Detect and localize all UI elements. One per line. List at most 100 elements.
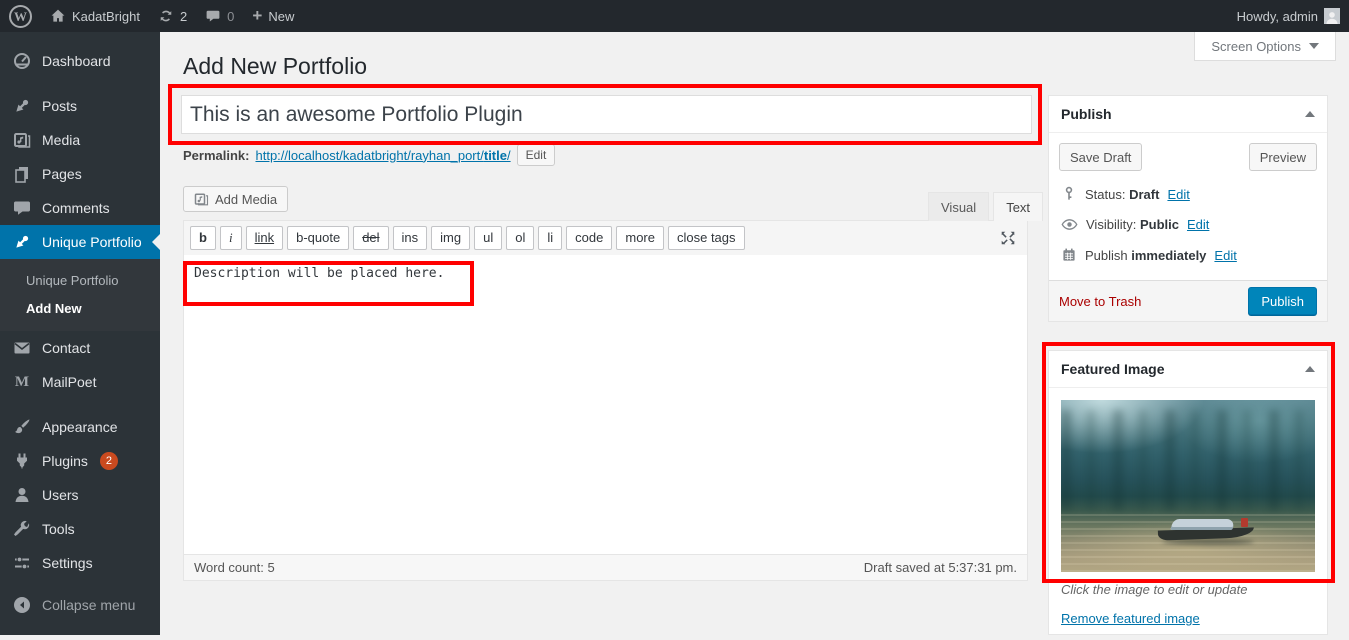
- new-content-link[interactable]: + New: [243, 0, 303, 32]
- update-count: 2: [179, 8, 188, 24]
- quicktag-ul-button[interactable]: ul: [474, 225, 503, 251]
- collapse-panel-icon: [1305, 111, 1315, 117]
- admin-bar: W KadatBright 2 0 + New Howdy, admin: [0, 0, 1349, 32]
- sliders-icon: [12, 553, 32, 573]
- editor-mode-tabs: Visual Text: [928, 192, 1044, 221]
- wrench-icon: [12, 519, 32, 539]
- eye-icon: [1061, 216, 1078, 233]
- new-label: New: [268, 8, 295, 24]
- portfolio-submenu: Unique Portfolio Add New: [0, 259, 160, 331]
- post-content-textarea[interactable]: Description will be placed here.: [184, 255, 1027, 554]
- update-icon: [158, 8, 174, 24]
- comments-link[interactable]: 0: [196, 0, 243, 32]
- sidebar-item-posts[interactable]: Posts: [0, 89, 160, 123]
- quicktag-ins-button[interactable]: ins: [392, 225, 428, 251]
- plugins-update-badge: 2: [99, 452, 118, 470]
- collapse-panel-icon: [1305, 366, 1315, 372]
- wordpress-logo-icon: W: [9, 4, 32, 28]
- featured-image-header[interactable]: Featured Image: [1049, 351, 1327, 388]
- quicktag-more-button[interactable]: more: [616, 225, 664, 251]
- sidebar-item-dashboard[interactable]: Dashboard: [0, 44, 160, 78]
- sidebar-item-unique-portfolio[interactable]: Unique Portfolio: [0, 225, 160, 259]
- sidebar-item-appearance[interactable]: Appearance: [0, 410, 160, 444]
- submenu-add-new[interactable]: Add New: [0, 294, 160, 322]
- quicktags-toolbar: b i link b-quote del ins img ul ol li co…: [184, 221, 1027, 255]
- quicktag-ol-button[interactable]: ol: [506, 225, 535, 251]
- publish-panel: Publish Save Draft Preview Status: Draft…: [1048, 95, 1328, 322]
- quicktag-italic-button[interactable]: i: [219, 225, 242, 251]
- permalink-edit-button[interactable]: Edit: [516, 144, 556, 166]
- edit-schedule-link[interactable]: Edit: [1214, 248, 1236, 263]
- quicktag-bquote-button[interactable]: b-quote: [287, 225, 350, 251]
- quicktag-bold-button[interactable]: b: [190, 225, 216, 251]
- add-media-button[interactable]: Add Media: [183, 186, 289, 212]
- admin-sidebar: Dashboard Posts Media Pages Comments Uni…: [0, 32, 160, 635]
- tab-visual[interactable]: Visual: [928, 192, 990, 221]
- featured-image-title: Featured Image: [1061, 361, 1165, 377]
- sidebar-item-contact[interactable]: Contact: [0, 331, 160, 365]
- remove-featured-image-link[interactable]: Remove featured image: [1061, 611, 1200, 626]
- page-title: Add New Portfolio: [183, 53, 368, 79]
- publish-panel-header[interactable]: Publish: [1049, 96, 1327, 133]
- sidebar-item-mailpoet[interactable]: M MailPoet: [0, 365, 160, 399]
- calendar-icon: [1061, 247, 1077, 263]
- wordpress-logo-button[interactable]: W: [0, 0, 41, 32]
- media-icon: [12, 130, 32, 150]
- edit-status-link[interactable]: Edit: [1167, 187, 1189, 202]
- collapse-menu-button[interactable]: Collapse menu: [0, 588, 160, 622]
- key-icon: [1061, 186, 1077, 202]
- tab-text[interactable]: Text: [993, 192, 1044, 221]
- quicktag-code-button[interactable]: code: [566, 225, 613, 251]
- sidebar-item-plugins[interactable]: Plugins 2: [0, 444, 160, 478]
- visibility-row: Visibility: Public Edit: [1059, 209, 1317, 240]
- quicktag-link-button[interactable]: link: [245, 225, 284, 251]
- boat-art: [1157, 517, 1254, 545]
- move-to-trash-link[interactable]: Move to Trash: [1059, 294, 1141, 309]
- post-title-input[interactable]: [181, 95, 1032, 134]
- schedule-row: Publish immediately Edit: [1059, 240, 1317, 270]
- featured-image-caption: Click the image to edit or update: [1061, 582, 1248, 597]
- quicktag-del-button[interactable]: del: [353, 225, 389, 251]
- portfolio-pin-icon: [12, 232, 32, 252]
- mailpoet-icon: M: [14, 373, 30, 390]
- publish-button[interactable]: Publish: [1248, 287, 1317, 315]
- sidebar-item-comments[interactable]: Comments: [0, 191, 160, 225]
- quicktag-li-button[interactable]: li: [538, 225, 563, 251]
- home-icon: [50, 8, 66, 24]
- collapse-arrow-icon: [12, 595, 32, 615]
- chevron-down-icon: [1309, 43, 1319, 49]
- site-name-link[interactable]: KadatBright: [41, 0, 149, 32]
- content-editor: b i link b-quote del ins img ul ol li co…: [183, 220, 1028, 581]
- permalink-url[interactable]: http://localhost/kadatbright/rayhan_port…: [255, 148, 510, 163]
- media-icon: [194, 192, 209, 207]
- word-count: Word count: 5: [194, 560, 275, 575]
- pages-icon: [12, 164, 32, 184]
- featured-image-thumbnail[interactable]: [1061, 400, 1315, 572]
- sidebar-item-users[interactable]: Users: [0, 478, 160, 512]
- my-account-link[interactable]: Howdy, admin: [1228, 0, 1349, 32]
- active-menu-arrow: [152, 234, 160, 250]
- edit-visibility-link[interactable]: Edit: [1187, 217, 1209, 232]
- save-draft-button[interactable]: Save Draft: [1059, 143, 1143, 171]
- submenu-unique-portfolio[interactable]: Unique Portfolio: [0, 266, 160, 294]
- sidebar-item-settings[interactable]: Settings: [0, 546, 160, 580]
- plus-icon: +: [252, 5, 263, 25]
- fullscreen-icon[interactable]: [999, 229, 1017, 247]
- sidebar-item-tools[interactable]: Tools: [0, 512, 160, 546]
- permalink-row: Permalink: http://localhost/kadatbright/…: [183, 144, 556, 166]
- preview-button[interactable]: Preview: [1248, 143, 1317, 171]
- sidebar-item-pages[interactable]: Pages: [0, 157, 160, 191]
- updates-link[interactable]: 2: [149, 0, 196, 32]
- sidebar-item-media[interactable]: Media: [0, 123, 160, 157]
- comment-count: 0: [227, 8, 235, 24]
- screen-options-tab[interactable]: Screen Options: [1194, 32, 1336, 61]
- envelope-icon: [12, 338, 32, 358]
- status-row: Status: Draft Edit: [1059, 179, 1317, 209]
- avatar: [1324, 8, 1340, 24]
- plug-icon: [12, 451, 32, 471]
- dashboard-icon: [12, 51, 32, 71]
- site-name-label: KadatBright: [72, 8, 140, 24]
- quicktag-img-button[interactable]: img: [431, 225, 471, 251]
- quicktag-closetags-button[interactable]: close tags: [667, 225, 745, 251]
- misty-trees-art: [1061, 410, 1315, 511]
